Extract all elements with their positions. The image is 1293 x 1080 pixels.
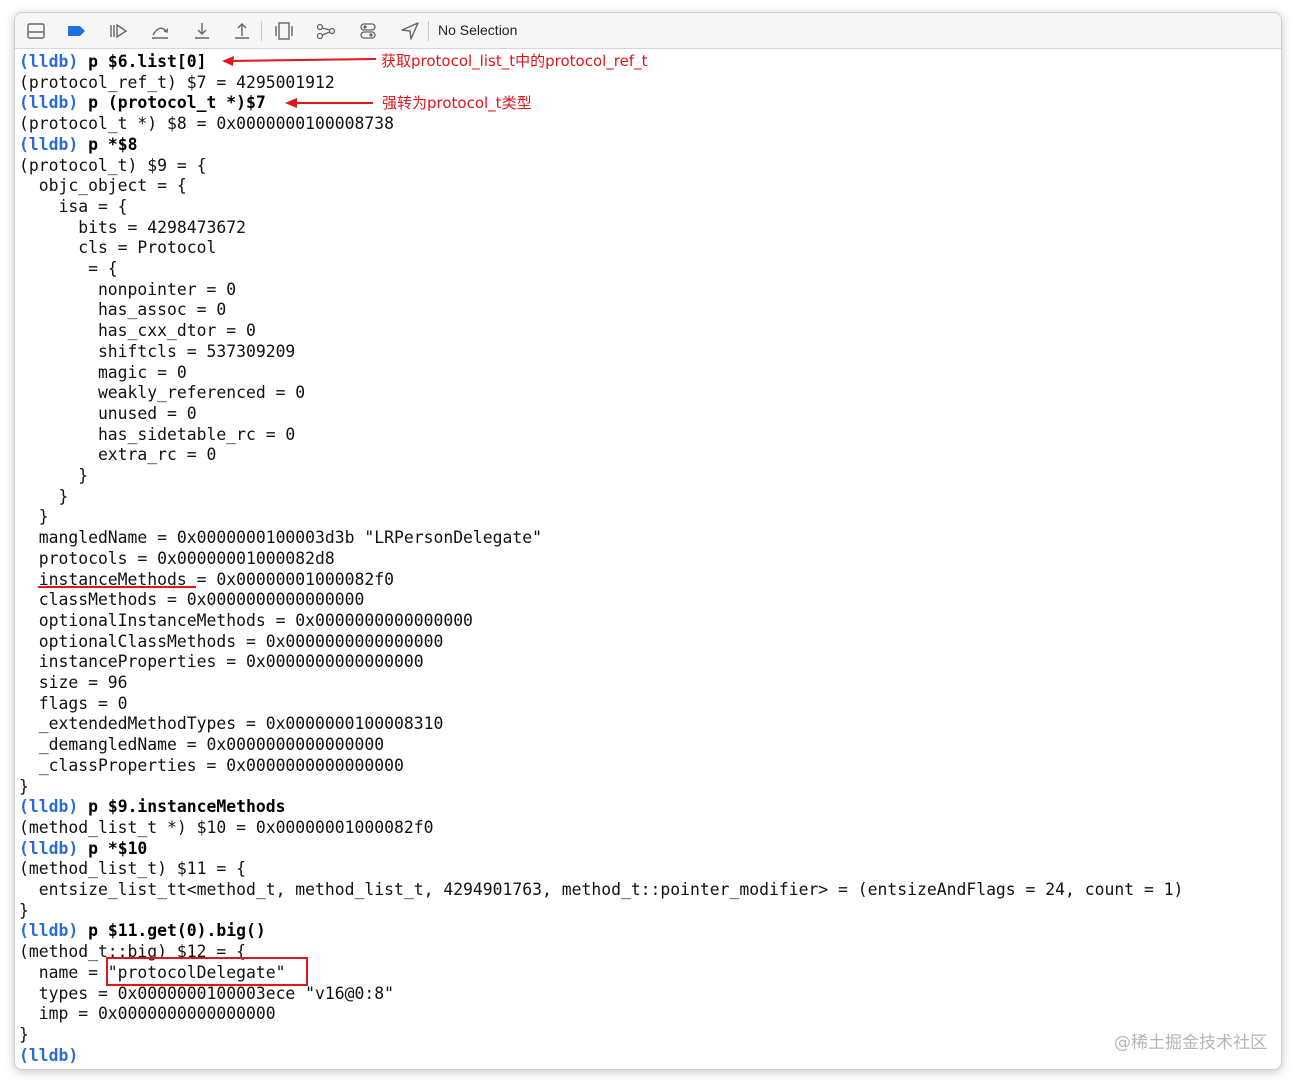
console-output-line: size = 96 bbox=[19, 673, 128, 692]
step-over-icon[interactable] bbox=[149, 20, 171, 42]
console-command-line: (lldb) p $11.get(0).big() bbox=[19, 920, 266, 941]
step-out-icon[interactable] bbox=[231, 20, 253, 42]
lldb-prompt: (lldb) bbox=[19, 52, 79, 71]
debug-console-window: No Selection (lldb) p $6.list[0] (protoco… bbox=[14, 12, 1282, 1070]
console-output-line: classMethods = 0x0000000000000000 bbox=[19, 590, 365, 610]
lldb-prompt: (lldb) bbox=[19, 921, 79, 941]
memory-graph-icon[interactable] bbox=[315, 20, 337, 42]
console-output-line: } bbox=[19, 507, 49, 527]
console-output-line: protocols = 0x00000001000082d8 bbox=[19, 548, 335, 568]
console-output-line: _demangledName = 0x0000000000000000 bbox=[19, 735, 385, 755]
lldb-console-output[interactable]: (lldb) p $6.list[0] (protocol_ref_t) $7 =… bbox=[19, 51, 1281, 1069]
annotation-arrow-1 bbox=[222, 56, 377, 66]
console-command-text: p $6.list[0] bbox=[88, 52, 207, 71]
lldb-prompt: (lldb) bbox=[19, 134, 79, 154]
simulate-location-icon[interactable] bbox=[399, 20, 421, 42]
console-output-line: (protocol_ref_t) $7 = 4295001912 bbox=[19, 72, 335, 92]
console-output-line: weakly_referenced = 0 bbox=[19, 383, 306, 403]
protocol-delegate-highlight bbox=[106, 957, 308, 986]
step-into-icon[interactable] bbox=[191, 20, 213, 42]
console-command-line: (lldb) p $6.list[0] bbox=[19, 51, 207, 72]
console-command-line: (lldb) p *$8 bbox=[19, 134, 137, 155]
console-output-line: _extendedMethodTypes = 0x000000010000831… bbox=[19, 714, 444, 734]
toolbar-separator bbox=[428, 21, 429, 41]
console-output-line: nonpointer = 0 bbox=[19, 279, 237, 299]
console-output-line: optionalClassMethods = 0x000000000000000… bbox=[19, 631, 444, 651]
console-output-line: } bbox=[19, 486, 69, 506]
console-command-line: (lldb) bbox=[19, 1045, 78, 1066]
console-output-line: has_assoc = 0 bbox=[19, 300, 227, 320]
console-output-line: unused = 0 bbox=[19, 403, 197, 423]
console-command-text: p $11.get(0).big() bbox=[88, 921, 266, 941]
console-output-line: shiftcls = 537309209 bbox=[19, 341, 296, 361]
annotation-protocol-cast: 强转为protocol_t类型 bbox=[382, 94, 532, 112]
console-command-text: p *$8 bbox=[88, 134, 138, 154]
console-output-line: has_cxx_dtor = 0 bbox=[19, 321, 256, 341]
instance-methods-underline bbox=[38, 586, 196, 588]
watermark: @稀土掘金技术社区 bbox=[1114, 1033, 1267, 1053]
console-output-line: isa = { bbox=[19, 196, 128, 216]
console-output-line: extra_rc = 0 bbox=[19, 445, 217, 465]
console-output-line: magic = 0 bbox=[19, 362, 187, 382]
console-output-line: instanceProperties = 0x0000000000000000 bbox=[19, 652, 424, 672]
environment-overrides-icon[interactable] bbox=[357, 20, 379, 42]
console-command-text: p $9.instanceMethods bbox=[88, 797, 286, 817]
console-output-line: } bbox=[19, 776, 29, 796]
console-output-line: optionalInstanceMethods = 0x000000000000… bbox=[19, 610, 473, 630]
debug-view-hierarchy-icon[interactable] bbox=[273, 20, 295, 42]
lldb-prompt: (lldb) bbox=[19, 797, 79, 817]
debug-toolbar: No Selection bbox=[15, 13, 1281, 49]
hide-console-icon[interactable] bbox=[25, 20, 47, 42]
console-command-line: (lldb) p (protocol_t *)$7 bbox=[19, 92, 266, 113]
console-output-line: _classProperties = 0x0000000000000000 bbox=[19, 755, 404, 775]
breakpoints-icon[interactable] bbox=[65, 20, 87, 42]
console-command-line: (lldb) p *$10 bbox=[19, 838, 147, 859]
continue-icon[interactable] bbox=[107, 20, 129, 42]
selection-status: No Selection bbox=[438, 22, 518, 38]
lldb-prompt: (lldb) bbox=[19, 1045, 79, 1065]
console-output-line: bits = 4298473672 bbox=[19, 217, 246, 237]
console-output-line: = { bbox=[19, 259, 118, 278]
lldb-prompt: (lldb) bbox=[19, 93, 79, 113]
annotation-protocol-ref: 获取protocol_list_t中的protocol_ref_t bbox=[381, 52, 648, 70]
console-output-line: (protocol_t) $9 = { bbox=[19, 155, 207, 175]
console-output-line: entsize_list_tt<method_t, method_list_t,… bbox=[19, 880, 1184, 899]
console-output-line: cls = Protocol bbox=[19, 238, 217, 258]
console-command-text: p (protocol_t *)$7 bbox=[88, 93, 266, 113]
console-output-line: imp = 0x0000000000000000 bbox=[19, 1004, 276, 1024]
console-output-line: (method_list_t *) $10 = 0x00000001000082… bbox=[19, 817, 434, 837]
console-output-line: mangledName = 0x0000000100003d3b "LRPers… bbox=[19, 528, 543, 548]
console-command-line: (lldb) p $9.instanceMethods bbox=[19, 796, 285, 817]
console-output-line: } bbox=[19, 466, 89, 485]
console-output-line: has_sidetable_rc = 0 bbox=[19, 424, 296, 444]
console-output-line: (protocol_t *) $8 = 0x0000000100008738 bbox=[19, 114, 394, 134]
toolbar-separator bbox=[261, 21, 262, 41]
console-command-text: p *$10 bbox=[88, 838, 148, 858]
console-output-line: (method_list_t) $11 = { bbox=[19, 859, 246, 879]
console-output-line: } bbox=[19, 1024, 29, 1044]
console-output-line: } bbox=[19, 900, 29, 920]
annotation-arrow-2 bbox=[285, 98, 373, 108]
lldb-prompt: (lldb) bbox=[19, 838, 79, 858]
console-output-line: flags = 0 bbox=[19, 693, 128, 713]
console-output-line: objc_object = { bbox=[19, 176, 187, 196]
